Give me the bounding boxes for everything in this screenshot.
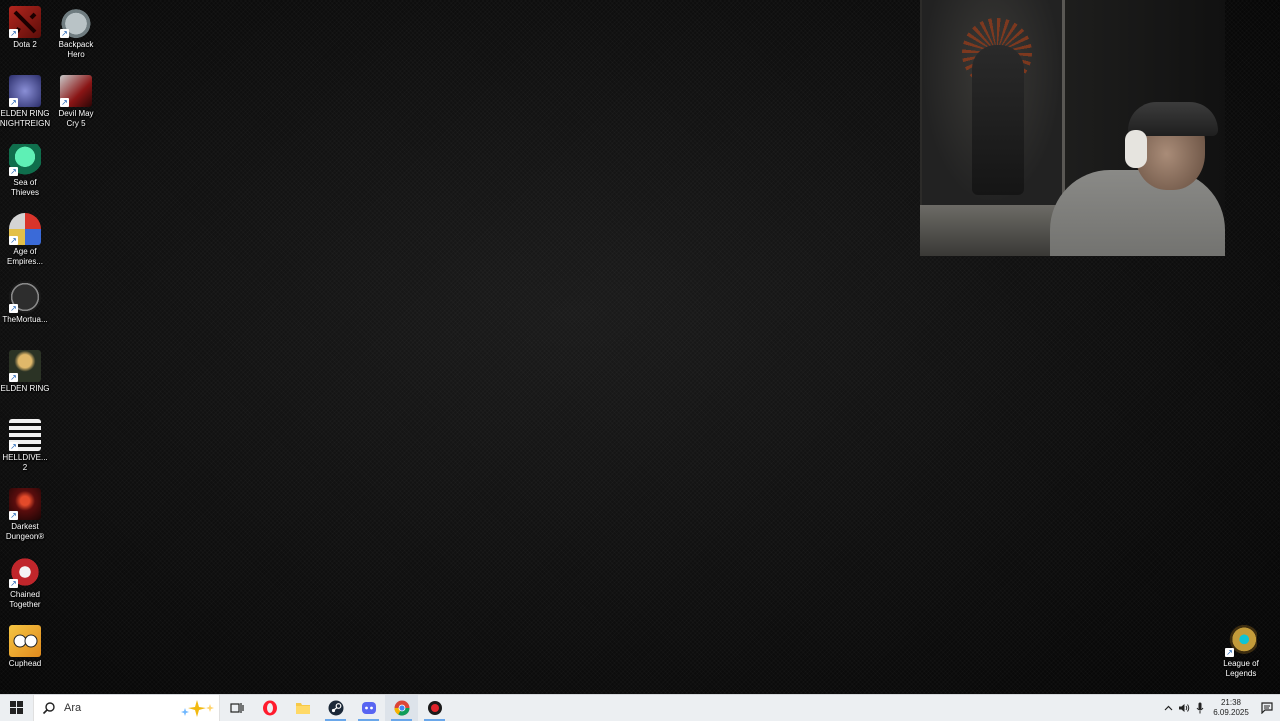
streamer-torso <box>1050 170 1225 256</box>
icon-label: ELDEN RING <box>0 384 50 393</box>
chrome-icon <box>393 700 410 716</box>
icon-label: Cuphead <box>8 659 42 668</box>
icon-label: Backpack Hero <box>58 40 94 59</box>
wall-poster <box>922 0 1065 205</box>
clock-date: 6.09.2025 <box>1213 708 1249 717</box>
task-view-icon <box>229 703 244 713</box>
search-icon <box>42 702 55 715</box>
icon-label: Darkest Dungeon® <box>5 522 45 541</box>
desktop-icon-league-of-legends[interactable]: ↗ League of Legends <box>1216 625 1266 679</box>
headphone <box>1125 130 1147 168</box>
desktop-icon-elden-ring-nightreign[interactable]: ↗ ELDEN RING NIGHTREIGN <box>0 75 50 129</box>
desktop-icon-dota2[interactable]: ↗ Dota 2 <box>0 6 50 50</box>
elden-ring-nightreign-icon: ↗ <box>9 75 41 107</box>
taskbar-app-file-explorer[interactable] <box>286 695 319 721</box>
search-placeholder: Ara <box>64 702 82 714</box>
icon-label: Dota 2 <box>13 40 37 49</box>
icon-label: Age of Empires... <box>6 247 43 266</box>
clock-time: 21:38 <box>1220 698 1242 707</box>
desktop[interactable]: ↗ Dota 2 ↗ ELDEN RING NIGHTREIGN ↗ Sea o… <box>0 0 1280 694</box>
icon-label: Chained Together <box>9 590 41 609</box>
desktop-icon-the-mortuary[interactable]: ↗ TheMortua... <box>0 281 50 325</box>
chevron-up-icon <box>1164 705 1172 711</box>
elden-ring-icon: ↗ <box>9 350 41 382</box>
the-mortuary-icon: ↗ <box>9 281 41 313</box>
volume-button[interactable] <box>1176 695 1192 721</box>
windows-start-icon <box>9 701 23 714</box>
icon-label: ELDEN RING NIGHTREIGN <box>0 109 51 128</box>
taskbar-app-opera[interactable] <box>253 695 286 721</box>
speaker-icon <box>1179 704 1190 712</box>
show-hidden-icons-button[interactable] <box>1160 695 1176 721</box>
start-button[interactable] <box>0 695 33 721</box>
desktop-icon-chained-together[interactable]: ↗ Chained Together <box>0 556 50 610</box>
clock[interactable]: 21:38 6.09.2025 <box>1208 698 1254 718</box>
desktop-icon-darkest-dungeon[interactable]: ↗ Darkest Dungeon® <box>0 488 50 542</box>
helldivers-2-icon: ↗ <box>9 419 41 451</box>
icon-label: Devil May Cry 5 <box>58 109 94 128</box>
desktop-icon-cuphead[interactable]: Cuphead <box>0 625 50 669</box>
backpack-hero-icon: ↗ <box>60 6 92 38</box>
webcam-overlay <box>920 0 1225 256</box>
system-tray: 21:38 6.09.2025 <box>1160 695 1280 721</box>
taskbar-app-chrome[interactable] <box>385 695 418 721</box>
league-of-legends-icon: ↗ <box>1225 625 1257 657</box>
taskbar-app-discord[interactable] <box>352 695 385 721</box>
darkest-dungeon-icon: ↗ <box>9 488 41 520</box>
task-view-button[interactable] <box>220 695 253 721</box>
taskbar-app-red[interactable] <box>418 695 451 721</box>
taskbar-search-box[interactable]: Ara <box>33 695 220 721</box>
opera-icon <box>262 700 277 716</box>
shelf <box>920 205 1063 256</box>
steam-icon <box>328 700 343 716</box>
discord-icon <box>361 702 376 714</box>
desktop-icon-age-of-empires[interactable]: ↗ Age of Empires... <box>0 213 50 267</box>
microphone-button[interactable] <box>1192 695 1208 721</box>
notification-center-button[interactable] <box>1254 695 1280 721</box>
copilot-sparkle-icon <box>181 700 214 717</box>
age-of-empires-icon: ↗ <box>9 213 41 245</box>
sea-of-thieves-icon: ↗ <box>9 144 41 176</box>
cuphead-icon <box>9 625 41 657</box>
desktop-icon-helldivers-2[interactable]: ↗ HELLDIVE... 2 <box>0 419 50 473</box>
poster-figure <box>972 45 1024 195</box>
desktop-icon-sea-of-thieves[interactable]: ↗ Sea of Thieves <box>0 144 50 198</box>
taskbar: Ara 21:38 6.09.2025 <box>0 694 1280 721</box>
icon-label: Sea of Thieves <box>10 178 39 197</box>
app-red-icon <box>427 701 442 715</box>
file-explorer-icon <box>295 703 310 714</box>
microphone-icon <box>1196 702 1204 714</box>
icon-label: League of Legends <box>1223 659 1259 678</box>
icon-label: TheMortua... <box>2 315 48 324</box>
icon-label: HELLDIVE... 2 <box>2 453 48 472</box>
notification-icon <box>1261 702 1273 714</box>
taskbar-app-steam[interactable] <box>319 695 352 721</box>
devil-may-cry-5-icon: ↗ <box>60 75 92 107</box>
desktop-icon-backpack-hero[interactable]: ↗ Backpack Hero <box>51 6 101 60</box>
desktop-icon-elden-ring[interactable]: ↗ ELDEN RING <box>0 350 50 394</box>
desktop-icon-devil-may-cry-5[interactable]: ↗ Devil May Cry 5 <box>51 75 101 129</box>
chained-together-icon: ↗ <box>9 556 41 588</box>
dota2-icon: ↗ <box>9 6 41 38</box>
